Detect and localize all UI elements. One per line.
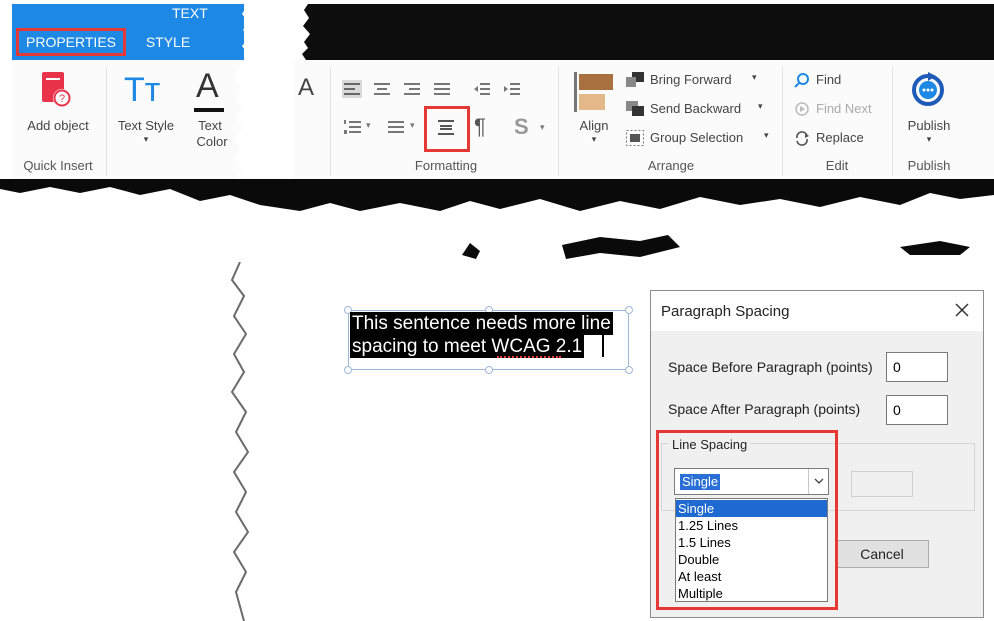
bring-forward-label: Bring Forward [650,72,732,87]
group-selection-label: Group Selection [650,130,744,145]
search-icon [794,73,809,88]
space-before-input[interactable]: 0 [886,352,948,382]
send-backward-button[interactable]: Send Backward ▾ [626,99,770,119]
decrease-indent-icon[interactable] [472,80,492,98]
ribbon-separator [330,66,331,176]
send-backward-icon [626,101,644,116]
tab-properties[interactable]: PROPERTIES [16,28,126,56]
align-icon [574,72,613,112]
find-next-icon [795,102,809,116]
ribbon-separator [892,66,893,176]
replace-button[interactable]: Replace [794,128,884,148]
paragraph-spacing-highlight [424,106,470,152]
find-next-label: Find Next [816,101,872,116]
replace-label: Replace [816,130,864,145]
ribbon-separator [558,66,559,176]
context-tab-label: TEXT [172,5,208,21]
add-object-label: Add object [27,118,89,133]
chevron-down-icon: ▾ [926,134,932,144]
spellcheck-underline [497,355,561,358]
torn-paper-band [0,179,994,259]
tab-style[interactable]: STYLE [136,28,200,56]
align-left-icon[interactable] [342,80,362,98]
quick-insert-group-label: Quick Insert [23,158,93,173]
bring-forward-icon [626,72,644,87]
close-icon[interactable] [951,299,973,321]
publish-group-label: Publish [907,158,951,173]
text-style-button[interactable]: Tт Text Style ▾ [110,66,182,148]
resize-handle[interactable] [625,306,633,314]
chevron-down-icon[interactable]: ▾ [540,122,545,133]
torn-dark-header [302,4,994,60]
ribbon-tab-strip: TEXT PROPERTIES STYLE [0,0,994,62]
align-right-icon[interactable] [402,80,422,98]
dialog-title: Paragraph Spacing [661,303,790,320]
chevron-down-icon: ▾ [758,101,763,111]
text-style-icon: Tт [124,71,161,109]
add-object-icon: ? [42,72,71,107]
space-after-input[interactable]: 0 [886,395,948,425]
align-center-icon[interactable] [372,80,392,98]
chevron-down-icon: ▾ [752,72,757,82]
ribbon-separator [782,66,783,176]
publish-button[interactable]: Publish ▾ [898,66,960,150]
resize-handle[interactable] [344,366,352,374]
text-cursor [602,333,604,357]
chevron-down-icon[interactable]: ▾ [366,120,371,131]
svg-text:?: ? [59,93,65,105]
text-color-bar [194,108,224,112]
space-after-label: Space After Paragraph (points) [668,401,861,417]
resize-handle[interactable] [485,366,493,374]
chevron-down-icon: ▾ [143,134,149,144]
arrange-group-label: Arrange [647,158,695,173]
chevron-down-icon[interactable]: ▾ [410,120,415,131]
bring-forward-button[interactable]: Bring Forward ▾ [626,70,766,90]
group-selection-icon [626,130,644,146]
space-before-label: Space Before Paragraph (points) [668,359,873,375]
formatting-group-label: Formatting [414,158,478,173]
line-spacing-value-input [851,471,913,497]
align-label: Align [579,118,609,133]
ribbon-separator [106,66,107,176]
replace-icon [796,131,809,146]
find-label: Find [816,72,842,87]
find-button[interactable]: Find [794,70,874,90]
group-selection-button[interactable]: Group Selection ▾ [626,128,776,148]
chevron-down-icon: ▾ [764,130,769,140]
text-style-label: Text Style [117,118,175,133]
text-color-icon: A [196,67,219,105]
torn-paper-edge-left [230,262,250,621]
strikethrough-button[interactable]: S [514,114,529,140]
publish-icon [912,72,944,106]
resize-handle[interactable] [625,366,633,374]
font-button[interactable]: A [298,74,314,102]
paragraph-mark-button[interactable]: ¶ [474,114,486,140]
dialog-titlebar: Paragraph Spacing [651,291,983,331]
line-spacing-highlight [656,430,838,610]
cancel-button[interactable]: Cancel [835,540,929,568]
chevron-down-icon: ▾ [591,134,597,144]
numbered-list-icon[interactable] [342,118,362,136]
torn-paper-edge-top [242,0,302,62]
add-object-button[interactable]: ? Add object [16,66,98,146]
send-backward-label: Send Backward [650,101,742,116]
bullet-list-icon[interactable] [386,118,406,136]
torn-paper-edge-ribbon [234,60,294,178]
find-next-button[interactable]: Find Next [794,99,884,119]
align-button[interactable]: Align ▾ [566,66,622,150]
selected-text-line-1[interactable]: This sentence needs more line [350,312,613,335]
publish-label: Publish [907,118,951,133]
edit-group-label: Edit [825,158,849,173]
increase-indent-icon[interactable] [502,80,522,98]
justify-icon[interactable] [432,80,452,98]
